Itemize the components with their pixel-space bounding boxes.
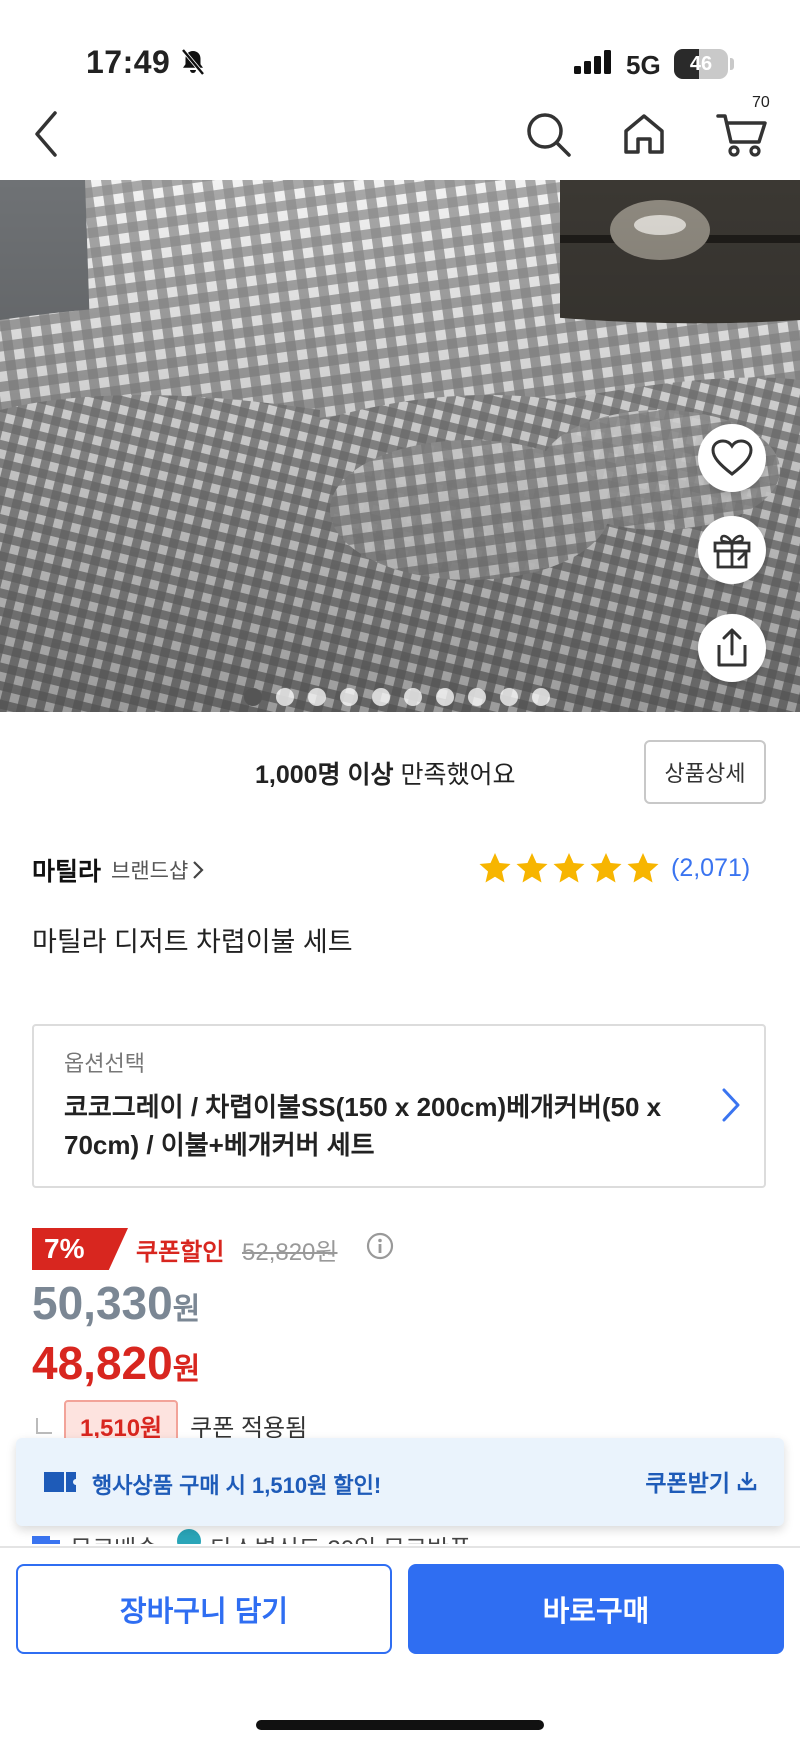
buy-now-button[interactable]: 바로구매 <box>408 1564 784 1654</box>
option-label: 옵션선택 <box>64 1051 145 1076</box>
star-icon <box>516 853 548 883</box>
gift-button[interactable] <box>698 516 766 584</box>
rating[interactable]: (2,071) <box>478 852 750 884</box>
gallery-dot[interactable] <box>500 688 518 706</box>
battery-icon: 46 <box>674 49 728 79</box>
bottom-action-bar: 장바구니 담기 바로구매 <box>0 1546 800 1740</box>
search-icon <box>527 113 571 157</box>
home-button[interactable] <box>614 104 674 164</box>
gallery-dot[interactable] <box>468 688 486 706</box>
satisfaction-row: 1,000명 이상 만족했어요 상품상세 <box>0 740 800 806</box>
option-selector[interactable]: 옵션선택 코코그레이 / 차렵이불SS(150 x 200cm)베개커버(50 … <box>32 1024 766 1188</box>
status-time: 17:49 <box>86 44 171 80</box>
product-photo <box>0 180 800 712</box>
free-return-label: 다스변신드 20일 무료반품 <box>210 1528 471 1544</box>
product-detail-button[interactable]: 상품상세 <box>644 740 766 804</box>
brand-shop-link[interactable]: 브랜드샵 <box>111 855 204 885</box>
download-icon <box>737 1472 757 1491</box>
gallery-dot[interactable] <box>340 688 358 706</box>
chevron-right-icon <box>193 861 204 879</box>
sale-price-unit: 원 <box>172 1293 201 1326</box>
top-nav <box>0 96 800 176</box>
free-delivery: 무료배송 <box>32 1528 158 1544</box>
star-icon <box>590 853 622 883</box>
gallery-dot[interactable] <box>244 688 262 706</box>
add-to-cart-button[interactable]: 장바구니 담기 <box>16 1564 392 1654</box>
free-return: 다스변신드 20일 무료반품 <box>176 1528 471 1544</box>
battery-level: 46 <box>689 53 713 75</box>
review-count[interactable]: (2,071) <box>671 854 750 883</box>
brand-row: 마틸라 브랜드샵 <box>32 852 204 888</box>
sale-price: 50,330원 <box>32 1276 200 1330</box>
share-icon <box>717 628 747 667</box>
final-price: 48,820원 <box>32 1336 200 1390</box>
product-title: 마틸라 디저트 차렵이불 세트 <box>32 927 353 957</box>
coupon-banner-text: 행사상품 구매 시 1,510원 할인! <box>92 1473 382 1498</box>
star-icon <box>553 853 585 883</box>
heart-icon <box>711 439 753 476</box>
return-icon <box>177 1529 202 1544</box>
truck-icon <box>32 1536 60 1544</box>
gift-icon <box>713 534 751 569</box>
sale-price-amount: 50,330 <box>32 1277 173 1329</box>
option-value: 코코그레이 / 차렵이불SS(150 x 200cm)베개커버(50 x 70c… <box>64 1092 662 1160</box>
battery-cap <box>730 58 734 70</box>
brand-shop-label: 브랜드샵 <box>111 860 189 883</box>
star-icon <box>627 853 659 883</box>
get-coupon-button[interactable]: 쿠폰받기 <box>645 1464 758 1498</box>
free-delivery-label: 무료배송 <box>70 1528 158 1544</box>
gallery-dot[interactable] <box>436 688 454 706</box>
gallery-pagination <box>244 688 550 706</box>
indent-corner <box>36 1417 52 1434</box>
chevron-right-icon <box>722 1088 740 1122</box>
coupon-icon <box>44 1472 76 1492</box>
bell-muted-icon <box>180 48 206 81</box>
cart-count-badge: 70 <box>752 94 770 111</box>
brand-name[interactable]: 마틸라 <box>32 852 101 888</box>
gallery-dot[interactable] <box>308 688 326 706</box>
rating-stars <box>478 852 660 884</box>
gallery-dot[interactable] <box>276 688 294 706</box>
final-price-amount: 48,820 <box>32 1337 173 1389</box>
status-bar: 17:49 5G 46 <box>0 0 800 90</box>
star-icon <box>479 853 511 883</box>
get-coupon-label: 쿠폰받기 <box>645 1470 730 1496</box>
back-button[interactable] <box>16 104 76 164</box>
search-button[interactable] <box>518 104 578 164</box>
satisfaction-count: 1,000명 이상 <box>255 761 394 789</box>
network-label: 5G <box>626 50 661 80</box>
home-icon <box>624 114 664 154</box>
coupon-discount-label: 쿠폰할인 <box>136 1239 225 1266</box>
final-price-unit: 원 <box>172 1353 201 1386</box>
delivery-row: 무료배송 다스변신드 20일 무료반품 <box>32 1528 471 1544</box>
home-indicator[interactable] <box>256 1720 544 1730</box>
signal-icon <box>574 50 614 79</box>
coupon-banner[interactable]: 행사상품 구매 시 1,510원 할인! 쿠폰받기 <box>16 1438 784 1526</box>
discount-badge: 7% <box>32 1228 128 1270</box>
gallery-dot[interactable] <box>532 688 550 706</box>
wishlist-button[interactable] <box>698 424 766 492</box>
share-button[interactable] <box>698 614 766 682</box>
info-icon[interactable] <box>366 1232 394 1265</box>
gallery-dot[interactable] <box>372 688 390 706</box>
gallery-dot[interactable] <box>404 688 422 706</box>
product-image[interactable] <box>0 180 800 712</box>
original-price: 52,820원 <box>242 1239 338 1266</box>
satisfaction-text: 1,000명 이상 만족했어요 <box>255 755 515 791</box>
satisfaction-label: 만족했어요 <box>393 761 516 789</box>
chevron-left-icon <box>35 111 57 157</box>
